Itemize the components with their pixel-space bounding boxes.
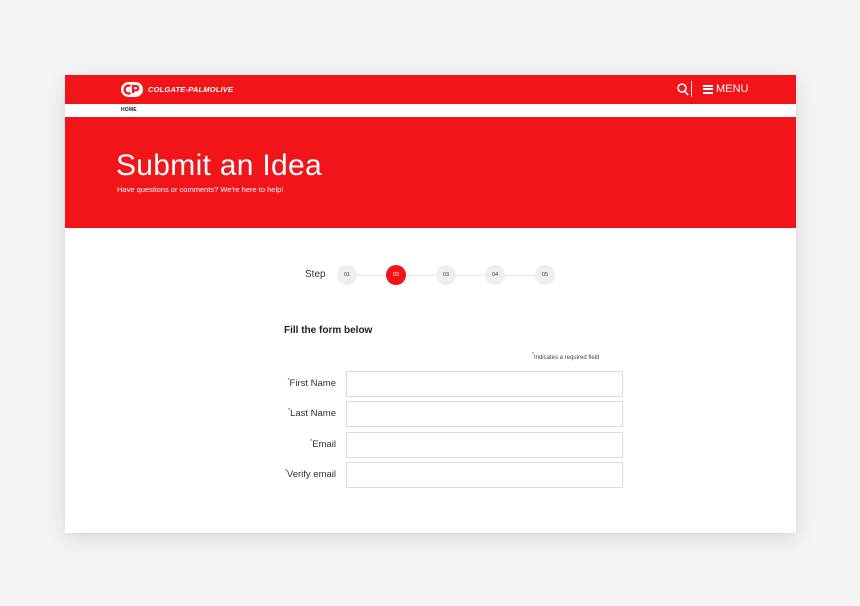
top-navigation-bar: COLGATE-PALMOLIVE MENU (65, 75, 796, 104)
email-label: *Email (310, 438, 336, 450)
step-label: Step (305, 269, 326, 280)
step-05[interactable]: 05 (535, 265, 555, 285)
header-divider (691, 81, 692, 97)
first-name-input[interactable] (346, 371, 623, 397)
hamburger-icon (703, 84, 713, 94)
step-01[interactable]: 01 (337, 265, 357, 285)
last-name-label: *Last Name (288, 407, 336, 419)
colgate-logo-icon (121, 82, 143, 97)
email-input[interactable] (346, 432, 623, 458)
page-subtitle: Have questions or comments? We're here t… (117, 185, 284, 194)
menu-label: MENU (716, 83, 749, 95)
last-name-input[interactable] (346, 401, 623, 427)
hero-banner: Submit an Idea Have questions or comment… (65, 117, 796, 228)
form-row-verify-email: *Verify email (265, 462, 625, 488)
brand-name: COLGATE-PALMOLIVE (148, 85, 234, 94)
form-title: Fill the form below (284, 325, 373, 336)
step-02[interactable]: 02 (386, 265, 406, 285)
search-icon[interactable] (677, 83, 689, 96)
first-name-label: *First Name (287, 377, 336, 389)
form-row-first-name: *First Name (265, 371, 625, 397)
verify-email-label: *Verify email (284, 468, 336, 480)
step-progress: Step 01 02 03 04 05 (305, 265, 565, 285)
required-note-text: Indicates a required field (533, 355, 600, 361)
verify-email-input[interactable] (346, 462, 623, 488)
breadcrumb-home[interactable]: HOME (121, 107, 137, 113)
required-field-note: *Indicates a required field (532, 353, 600, 362)
step-04[interactable]: 04 (485, 265, 505, 285)
form-row-email: *Email (265, 432, 625, 458)
breadcrumb-bar: HOME (65, 104, 796, 117)
page-title: Submit an Idea (116, 149, 322, 182)
step-03[interactable]: 03 (436, 265, 456, 285)
form-row-last-name: *Last Name (265, 401, 625, 427)
page-card: COLGATE-PALMOLIVE MENU HOME Submit an Id… (65, 75, 796, 533)
brand-logo[interactable]: COLGATE-PALMOLIVE (121, 81, 233, 98)
menu-button[interactable]: MENU (703, 82, 748, 96)
